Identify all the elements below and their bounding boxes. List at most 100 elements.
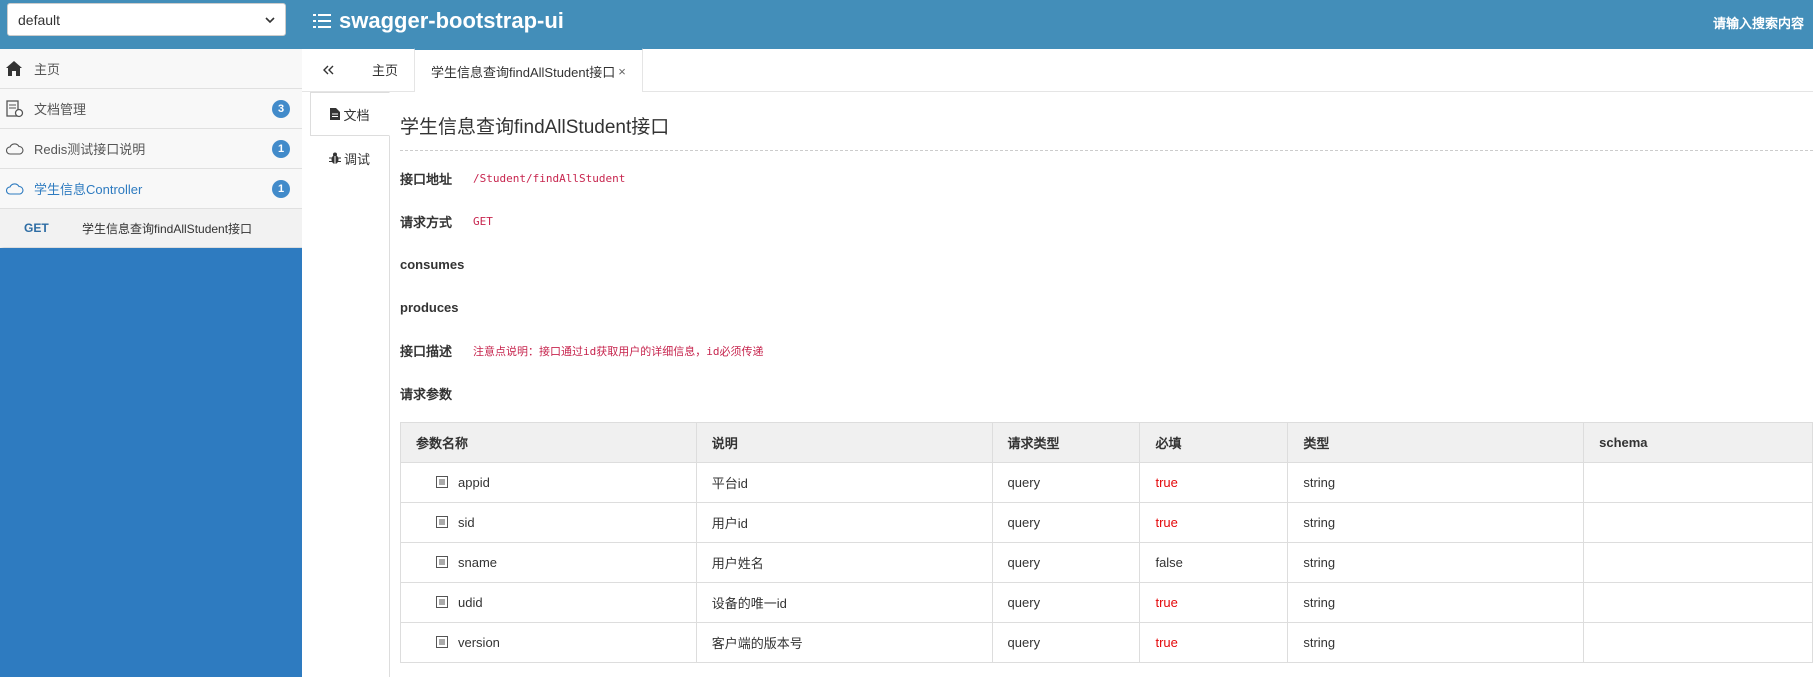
table-cell: true xyxy=(1139,622,1289,663)
list-icon xyxy=(436,476,448,488)
params-table: 参数名称 说明 请求类型 必填 类型 schema appid 平台id que… xyxy=(400,422,1813,663)
list-icon xyxy=(436,596,448,608)
table-cell: 用户姓名 xyxy=(695,542,993,583)
param-name: sname xyxy=(458,555,498,570)
vertical-tabs: 文档 调试 xyxy=(310,92,390,677)
detail-row-url: 接口地址 /Student/findAllStudent xyxy=(400,157,1813,200)
param-name: version xyxy=(458,635,500,650)
menu-icon[interactable] xyxy=(313,13,331,29)
sidebar-api-item[interactable]: GET 学生信息查询findAllStudent接口 xyxy=(0,209,302,248)
doc-manage-icon xyxy=(6,99,26,118)
tab-label: 主页 xyxy=(372,63,399,78)
list-icon xyxy=(436,556,448,568)
table-row: appid 平台id query true string xyxy=(400,462,1813,503)
file-icon xyxy=(330,108,341,120)
list-icon xyxy=(436,516,448,528)
table-cell: string xyxy=(1287,462,1585,503)
detail-key: produces xyxy=(400,300,459,315)
table-cell: true xyxy=(1139,462,1289,503)
param-name-cell: sname xyxy=(400,542,697,583)
param-name-cell: sid xyxy=(400,502,697,543)
search-input[interactable]: 请输入搜索内容 xyxy=(1713,13,1813,32)
detail-key: 请求参数 xyxy=(400,387,453,402)
column-header: 参数名称 xyxy=(400,422,697,463)
detail-value: /Student/findAllStudent xyxy=(473,172,626,185)
detail-row-method: 请求方式 GET xyxy=(400,200,1813,243)
bug-icon xyxy=(328,152,341,165)
sidebar: 主页 文档管理 3 Redis测试接口说明 1 学生信息Controller 1… xyxy=(0,49,302,677)
count-badge: 1 xyxy=(272,140,290,158)
table-cell: 平台id xyxy=(695,462,993,503)
group-select[interactable]: default xyxy=(7,3,286,36)
sidebar-item-doc-manage[interactable]: 文档管理 3 xyxy=(0,89,302,129)
tab-home[interactable]: 主页 xyxy=(356,48,414,91)
table-cell: false xyxy=(1139,542,1289,583)
table-cell: query xyxy=(991,502,1141,543)
tab-bar: 主页 学生信息查询findAllStudent接口 × xyxy=(302,48,1813,92)
sidebar-item-student-controller[interactable]: 学生信息Controller 1 xyxy=(0,169,302,209)
table-cell: string xyxy=(1287,582,1585,623)
param-name-cell: udid xyxy=(400,582,697,623)
close-icon[interactable]: × xyxy=(618,64,626,79)
table-cell xyxy=(1583,622,1813,663)
table-row: version 客户端的版本号 query true string xyxy=(400,622,1813,663)
count-badge: 3 xyxy=(272,100,290,118)
detail-key: consumes xyxy=(400,257,465,272)
param-name-cell: appid xyxy=(400,462,697,503)
table-header-row: 参数名称 说明 请求类型 必填 类型 schema xyxy=(400,422,1813,463)
table-cell: query xyxy=(991,582,1141,623)
table-cell: 用户id xyxy=(695,502,993,543)
api-label: 学生信息查询findAllStudent接口 xyxy=(82,221,253,236)
sidebar-item-label: 主页 xyxy=(34,62,61,77)
group-select-value: default xyxy=(18,11,61,28)
collapse-sidebar-button[interactable] xyxy=(302,48,356,91)
detail-row-consumes: consumes xyxy=(400,243,1813,286)
column-header: 说明 xyxy=(695,422,993,463)
table-cell: true xyxy=(1139,582,1289,623)
table-cell: query xyxy=(991,542,1141,583)
brand: swagger-bootstrap-ui xyxy=(313,8,564,34)
tab-debug[interactable]: 调试 xyxy=(310,136,389,180)
sidebar-item-home[interactable]: 主页 xyxy=(0,49,302,89)
detail-key: 接口地址 xyxy=(400,172,453,187)
sidebar-item-label: 学生信息Controller xyxy=(34,182,143,197)
detail-row-produces: produces xyxy=(400,286,1813,329)
column-header: 必填 xyxy=(1139,422,1289,463)
detail-key: 请求方式 xyxy=(400,215,453,230)
table-row: sid 用户id query true string xyxy=(400,502,1813,543)
sidebar-item-redis[interactable]: Redis测试接口说明 1 xyxy=(0,129,302,169)
table-cell xyxy=(1583,542,1813,583)
top-header: default swagger-bootstrap-ui 请输入搜索内容 xyxy=(0,0,1813,49)
column-header: 请求类型 xyxy=(991,422,1141,463)
table-cell: true xyxy=(1139,502,1289,543)
home-icon xyxy=(6,60,26,78)
table-cell xyxy=(1583,582,1813,623)
page-title: 学生信息查询findAllStudent接口 xyxy=(400,92,1813,151)
column-header: 类型 xyxy=(1287,422,1585,463)
detail-value: GET xyxy=(473,215,493,228)
tab-doc[interactable]: 文档 xyxy=(310,92,390,136)
table-row: udid 设备的唯一id query true string xyxy=(400,582,1813,623)
table-cell: 设备的唯一id xyxy=(695,582,993,623)
detail-value: 注意点说明：接口通过id获取用户的详细信息，id必须传递 xyxy=(473,344,764,358)
table-cell: string xyxy=(1287,542,1585,583)
table-cell: query xyxy=(991,622,1141,663)
detail-key: 接口描述 xyxy=(400,344,453,359)
table-cell: query xyxy=(991,462,1141,503)
list-icon xyxy=(436,636,448,648)
tab-api-detail[interactable]: 学生信息查询findAllStudent接口 × xyxy=(414,48,643,92)
chevron-down-icon xyxy=(265,16,275,23)
table-row: sname 用户姓名 query false string xyxy=(400,542,1813,583)
tab-debug-label: 调试 xyxy=(343,151,370,167)
brand-title: swagger-bootstrap-ui xyxy=(339,8,564,33)
param-name: appid xyxy=(458,475,490,490)
table-cell xyxy=(1583,502,1813,543)
detail-row-description: 接口描述 注意点说明：接口通过id获取用户的详细信息，id必须传递 xyxy=(400,329,1813,372)
sidebar-item-label: Redis测试接口说明 xyxy=(34,142,146,157)
param-name: udid xyxy=(458,595,483,610)
param-name-cell: version xyxy=(400,622,697,663)
table-cell xyxy=(1583,462,1813,503)
method-label: GET xyxy=(24,221,49,235)
detail-row-params: 请求参数 xyxy=(400,372,1813,415)
table-cell: string xyxy=(1287,502,1585,543)
